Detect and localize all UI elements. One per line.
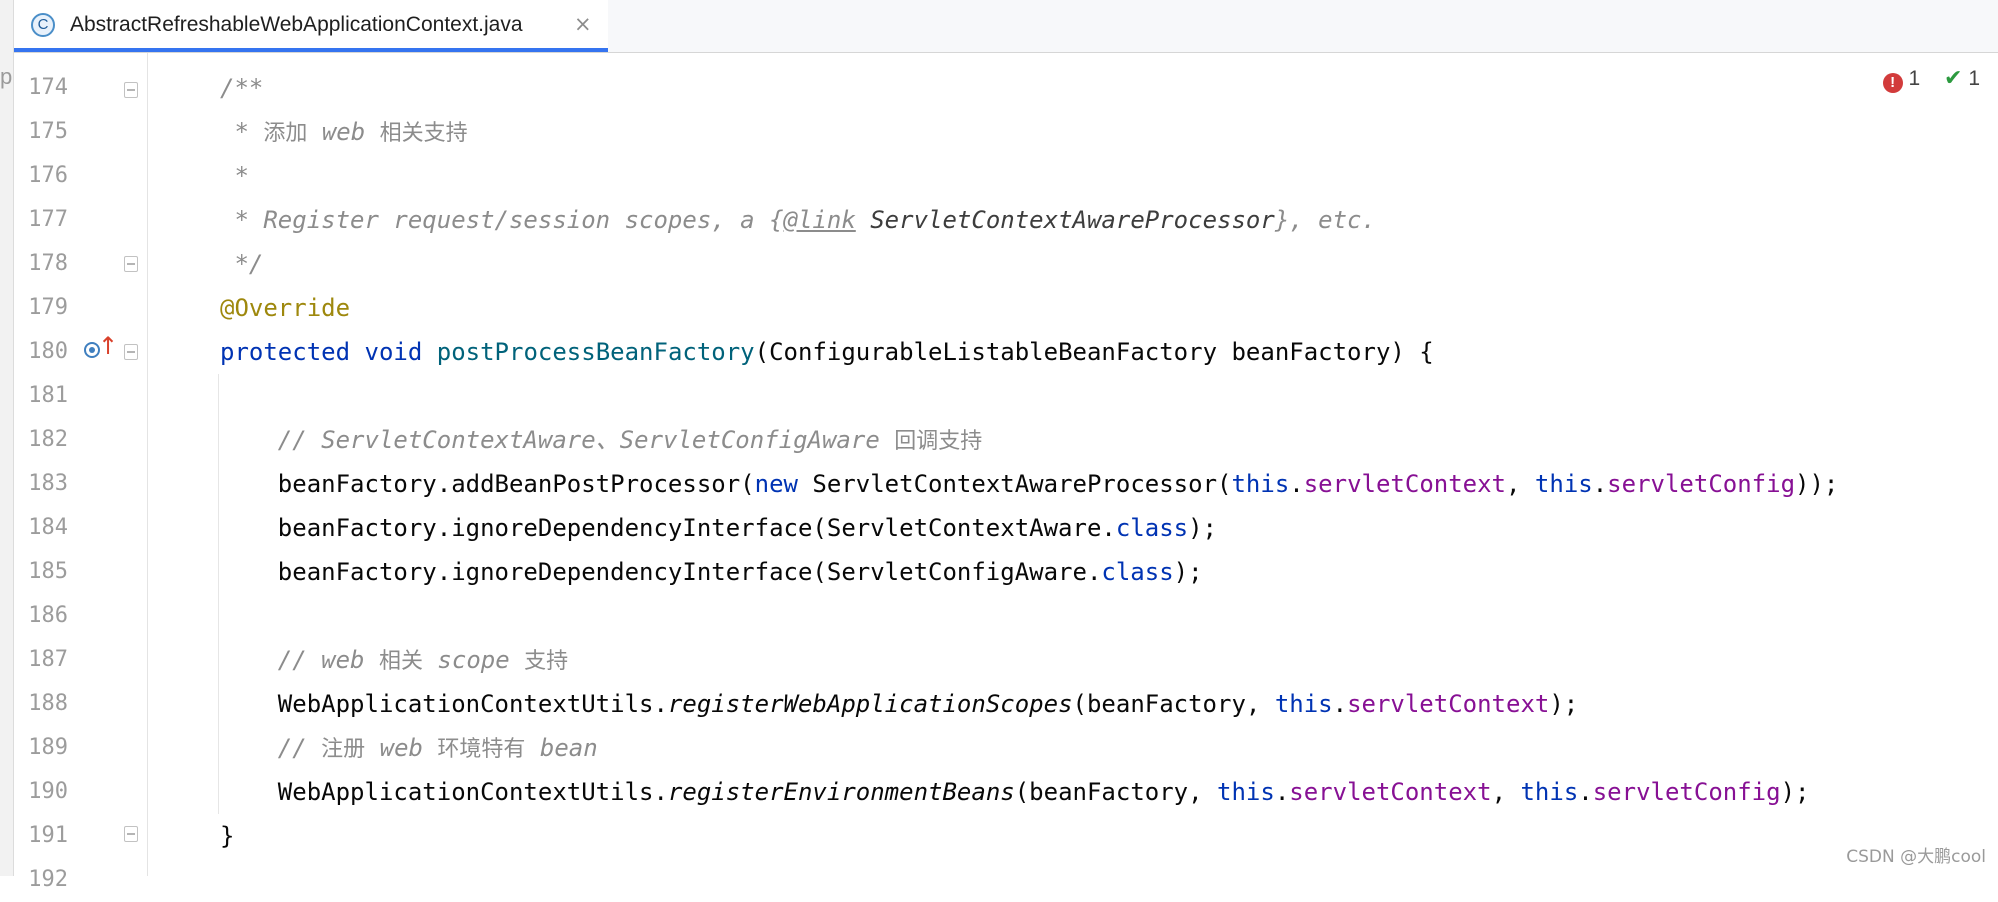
code-line-185[interactable]: beanFactory.ignoreDependencyInterface(Se… bbox=[220, 550, 1203, 594]
code-line-184[interactable]: beanFactory.ignoreDependencyInterface(Se… bbox=[220, 506, 1217, 550]
line-number[interactable]: 177 bbox=[10, 198, 68, 242]
code-line-180[interactable]: protected void postProcessBeanFactory(Co… bbox=[220, 330, 1434, 374]
code-line-187[interactable]: // web 相关 scope 支持 bbox=[220, 638, 568, 684]
line-number[interactable]: 175 bbox=[10, 110, 68, 154]
line-number[interactable]: 185 bbox=[10, 550, 68, 594]
line-number[interactable]: 178 bbox=[10, 242, 68, 286]
editor-tab-bar: C AbstractRefreshableWebApplicationConte… bbox=[14, 0, 1998, 53]
code-line-174[interactable]: /** bbox=[220, 66, 263, 110]
error-icon: ! bbox=[1882, 73, 1903, 93]
fold-marker-icon[interactable] bbox=[124, 82, 138, 98]
javadoc-link-reference[interactable]: ServletContextAwareProcessor bbox=[870, 206, 1275, 234]
line-number[interactable]: 176 bbox=[10, 154, 68, 198]
code-line-191[interactable]: } bbox=[220, 814, 234, 858]
line-number[interactable]: 180 bbox=[10, 330, 68, 374]
line-number[interactable]: 187 bbox=[10, 638, 68, 682]
error-count: 1 bbox=[1908, 67, 1921, 90]
go-to-super-arrow-icon[interactable]: ↑ bbox=[98, 334, 118, 358]
code-line-183[interactable]: beanFactory.addBeanPostProcessor(new Ser… bbox=[220, 462, 1839, 506]
ok-count: 1 bbox=[1968, 67, 1980, 90]
line-number[interactable]: 191 bbox=[10, 814, 68, 858]
line-number[interactable]: 189 bbox=[10, 726, 68, 770]
checkmark-icon: ✔ bbox=[1944, 66, 1963, 91]
javadoc-link-tag: @link bbox=[783, 206, 856, 234]
line-number[interactable]: 186 bbox=[10, 594, 68, 638]
indent-guide bbox=[218, 374, 219, 814]
fold-marker-icon[interactable] bbox=[124, 826, 138, 842]
code-line-177[interactable]: * Register request/session scopes, a {@l… bbox=[220, 198, 1376, 242]
code-line-178[interactable]: */ bbox=[220, 242, 263, 286]
line-number[interactable]: 190 bbox=[10, 770, 68, 814]
line-number[interactable]: 183 bbox=[10, 462, 68, 506]
code-line-179[interactable]: @Override bbox=[220, 286, 350, 330]
code-line-175[interactable]: * 添加 web 相关支持 bbox=[220, 110, 467, 156]
method-name: postProcessBeanFactory bbox=[436, 338, 755, 366]
line-number[interactable]: 182 bbox=[10, 418, 68, 462]
java-class-icon: C bbox=[31, 13, 55, 37]
fold-marker-icon[interactable] bbox=[124, 344, 138, 360]
line-number[interactable]: 174 bbox=[10, 66, 68, 110]
code-line-176[interactable]: * bbox=[220, 154, 248, 198]
watermark: CSDN @大鹏cool bbox=[1846, 847, 1986, 867]
code-line-190[interactable]: WebApplicationContextUtils.registerEnvir… bbox=[220, 770, 1810, 814]
inspection-widget[interactable]: ! 1 ✔ 1 bbox=[1882, 66, 1980, 93]
line-number[interactable]: 192 bbox=[10, 858, 68, 902]
tab-filename: AbstractRefreshableWebApplicationContext… bbox=[70, 13, 523, 36]
close-tab-icon[interactable]: × bbox=[574, 12, 592, 36]
line-number[interactable]: 181 bbox=[10, 374, 68, 418]
code-line-189[interactable]: // 注册 web 环境特有 bean bbox=[220, 726, 598, 772]
line-number[interactable]: 184 bbox=[10, 506, 68, 550]
override-annotation: @Override bbox=[220, 294, 351, 322]
line-number[interactable]: 188 bbox=[10, 682, 68, 726]
line-number[interactable]: 179 bbox=[10, 286, 68, 330]
fold-marker-icon[interactable] bbox=[124, 256, 138, 272]
code-line-188[interactable]: WebApplicationContextUtils.registerWebAp… bbox=[220, 682, 1578, 726]
code-line-182[interactable]: // ServletContextAware、ServletConfigAwar… bbox=[220, 418, 982, 464]
editor-tab-active[interactable]: C AbstractRefreshableWebApplicationConte… bbox=[14, 0, 608, 52]
